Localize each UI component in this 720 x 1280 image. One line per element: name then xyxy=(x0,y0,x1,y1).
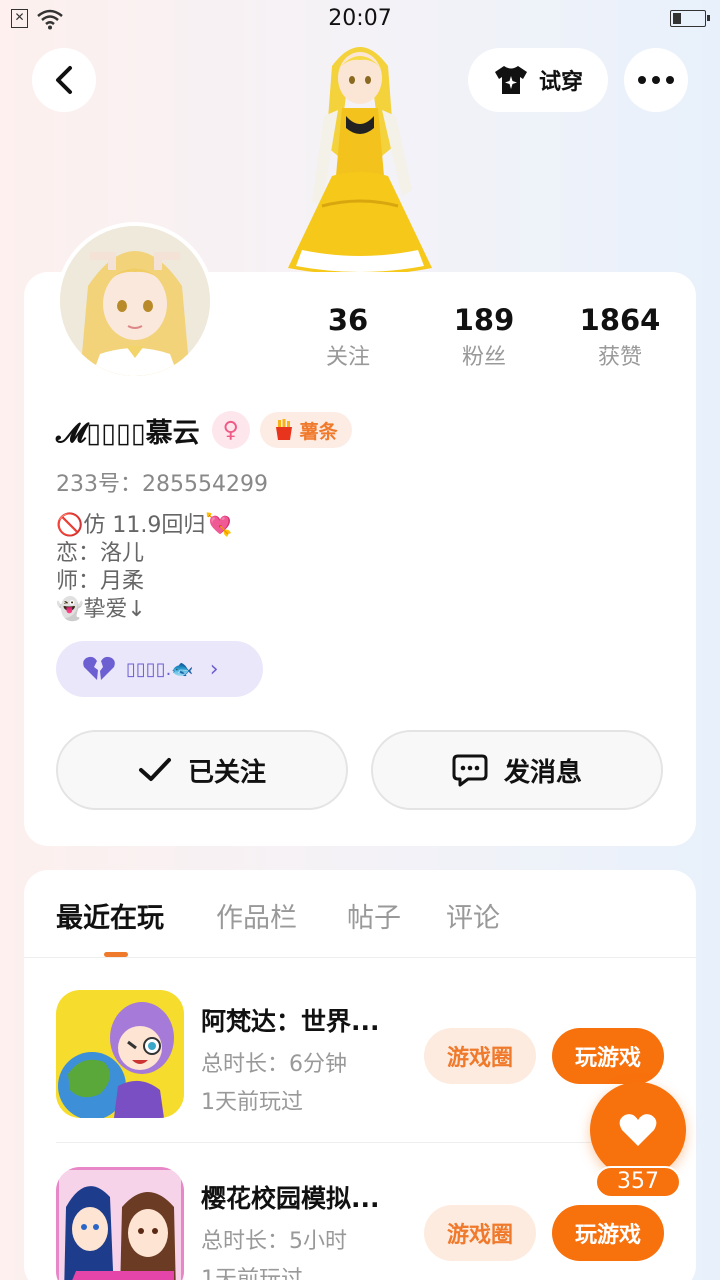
shirt-sparkle-icon xyxy=(494,66,527,94)
fries-tag-chip[interactable]: 薯条 xyxy=(259,412,352,448)
female-gender-icon: ♀ xyxy=(211,411,250,449)
game-title: 樱花校园模拟... xyxy=(201,1184,380,1213)
game-icon-image xyxy=(56,990,184,1118)
game-circle-button[interactable]: 游戏圈 xyxy=(424,1028,536,1084)
game-icon-image xyxy=(56,1167,184,1280)
bio-line: 🚫仿 11.9回归💘 xyxy=(56,513,233,538)
message-button[interactable]: 发消息 xyxy=(371,730,663,810)
tab-works[interactable]: 作品栏 xyxy=(216,896,297,935)
tab-comments[interactable]: 评论 xyxy=(446,896,500,935)
game-icon[interactable] xyxy=(56,990,184,1118)
battery-icon xyxy=(670,10,710,27)
game-circle-button[interactable]: 游戏圈 xyxy=(424,1205,536,1261)
game-meta: 总时长：6分钟 1天前玩过 xyxy=(201,1046,347,1122)
more-dots-icon xyxy=(638,76,674,84)
status-time: 20:07 xyxy=(328,6,392,31)
stat-fans[interactable]: 189 粉丝 xyxy=(424,300,544,376)
content-card: 最近在玩 作品栏 帖子 评论 阿梵达：世界... 总时长：6分钟 1天前玩过 游… xyxy=(24,870,696,1280)
try-on-button[interactable]: 试穿 xyxy=(468,48,608,112)
message-button-label: 发消息 xyxy=(503,757,582,788)
game-title: 阿梵达：世界... xyxy=(201,1007,380,1036)
likes-label: 获赞 xyxy=(597,345,642,370)
chat-bubble-icon xyxy=(452,754,488,787)
back-button[interactable] xyxy=(32,48,96,112)
likes-count: 1864 xyxy=(579,303,661,337)
stats-row: 36 关注 189 粉丝 1864 获赞 xyxy=(288,300,688,380)
game-last-played: 1天前玩过 xyxy=(201,1090,303,1115)
name-row: 𝓜▯▯▯▯慕云 ♀ 薯条 xyxy=(56,410,352,450)
stat-likes[interactable]: 1864 获赞 xyxy=(560,300,680,376)
relation-chip[interactable]: ▯▯▯▯.🐟 › xyxy=(56,641,263,697)
game-row[interactable]: 阿梵达：世界... 总时长：6分钟 1天前玩过 游戏圈 玩游戏 xyxy=(56,990,664,1166)
avatar[interactable] xyxy=(56,222,214,380)
game-duration: 总时长：5小时 xyxy=(201,1229,347,1254)
fans-label: 粉丝 xyxy=(461,345,506,370)
more-button[interactable] xyxy=(624,48,688,112)
following-button[interactable]: 已关注 xyxy=(56,730,348,810)
tab-recently-played[interactable]: 最近在玩 xyxy=(56,896,164,935)
tab-posts[interactable]: 帖子 xyxy=(347,896,401,935)
profile-name: 𝓜▯▯▯▯慕云 xyxy=(56,417,200,449)
character-model-image[interactable] xyxy=(282,36,438,276)
divider xyxy=(56,1142,664,1143)
relation-label: ▯▯▯▯.🐟 xyxy=(126,658,194,680)
bio-line: 恋：洛儿 xyxy=(56,541,145,566)
bio-line: 师：月柔 xyxy=(56,569,145,594)
broken-heart-icon xyxy=(83,656,115,680)
stat-following[interactable]: 36 关注 xyxy=(288,300,408,376)
following-count: 36 xyxy=(327,303,369,337)
checkmark-icon xyxy=(138,758,171,781)
game-row[interactable]: 樱花校园模拟... 总时长：5小时 1天前玩过 游戏圈 玩游戏 xyxy=(56,1167,664,1280)
like-count: 357 xyxy=(595,1166,681,1198)
game-duration: 总时长：6分钟 xyxy=(201,1052,347,1077)
fans-count: 189 xyxy=(453,303,515,337)
game-last-played: 1天前玩过 xyxy=(201,1267,303,1280)
game-meta: 总时长：5小时 1天前玩过 xyxy=(201,1223,347,1280)
chevron-left-icon xyxy=(56,66,72,94)
try-on-label: 试穿 xyxy=(538,70,583,95)
fries-icon xyxy=(275,419,292,440)
like-button[interactable] xyxy=(590,1082,686,1178)
active-tab-indicator xyxy=(104,952,128,957)
bio: 🚫仿 11.9回归💘 恋：洛儿 师：月柔 👻挚爱↓ xyxy=(56,512,233,624)
chevron-right-icon: › xyxy=(209,656,219,682)
following-button-label: 已关注 xyxy=(187,757,266,788)
avatar-image xyxy=(60,226,210,376)
game-icon[interactable] xyxy=(56,1167,184,1280)
status-bar: ✕ 20:07 xyxy=(0,0,720,40)
play-game-button[interactable]: 玩游戏 xyxy=(552,1028,664,1084)
tab-bar: 最近在玩 作品栏 帖子 评论 xyxy=(24,870,696,958)
tag-label: 薯条 xyxy=(299,420,338,443)
bio-line: 👻挚爱↓ xyxy=(56,597,146,622)
play-game-button[interactable]: 玩游戏 xyxy=(552,1205,664,1261)
following-label: 关注 xyxy=(325,345,370,370)
user-id: 233号：285554299 xyxy=(56,472,268,497)
heart-icon xyxy=(619,1114,657,1146)
